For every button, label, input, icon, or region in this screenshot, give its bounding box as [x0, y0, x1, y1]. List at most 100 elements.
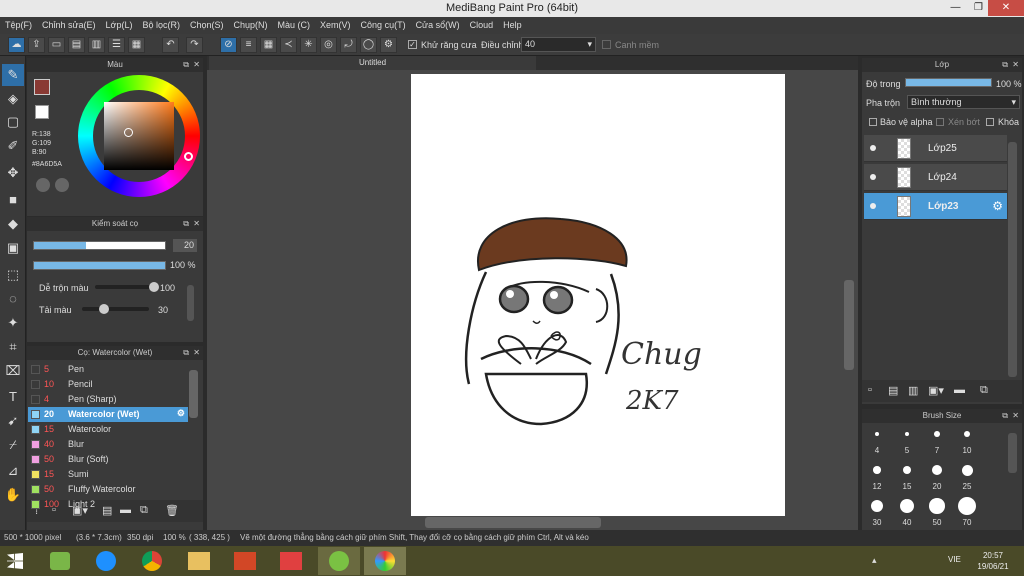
- hue-wheel[interactable]: [78, 75, 200, 197]
- share-icon[interactable]: ⇪: [28, 37, 45, 53]
- new-halftone-icon[interactable]: ▤: [888, 384, 898, 397]
- close-icon[interactable]: ✕: [193, 217, 200, 231]
- brush-size-scrollbar[interactable]: [1008, 433, 1017, 473]
- eyedropper-icon[interactable]: ⌿: [2, 434, 24, 456]
- select-rect-icon[interactable]: ⬚: [2, 264, 24, 286]
- office-icon[interactable]: [234, 552, 256, 570]
- brush-item[interactable]: 50 Blur (Soft): [28, 452, 188, 467]
- brush-size-dot[interactable]: [934, 431, 940, 437]
- dropper-icon[interactable]: ⊿: [2, 460, 24, 482]
- menu-help[interactable]: Help: [498, 17, 527, 34]
- doc-icon[interactable]: ▥: [88, 37, 105, 53]
- edge-checkbox[interactable]: [602, 40, 611, 49]
- brush-item[interactable]: 100 Light 2: [28, 497, 188, 512]
- layer-row[interactable]: Lớp24: [864, 164, 1007, 191]
- menu-window[interactable]: Cửa sổ(W): [411, 17, 465, 34]
- new-layer-icon[interactable]: ▫: [868, 384, 872, 396]
- fill-rect-icon[interactable]: ■: [2, 189, 24, 211]
- explorer-icon[interactable]: [188, 552, 210, 570]
- float-icon[interactable]: ⧉: [1002, 409, 1008, 423]
- hand-icon[interactable]: ✋: [2, 484, 24, 506]
- close-icon[interactable]: ✕: [193, 58, 200, 72]
- magic-wand-icon[interactable]: ✦: [2, 312, 24, 334]
- blend-slider[interactable]: [95, 282, 159, 292]
- hue-picker[interactable]: [184, 152, 193, 161]
- brush-item[interactable]: 15 Watercolor: [28, 422, 188, 437]
- eye-icon[interactable]: [870, 203, 876, 209]
- app2-icon[interactable]: [280, 552, 302, 570]
- duplicate-icon[interactable]: ⧉: [980, 384, 988, 397]
- select-pen-icon[interactable]: ⌗: [2, 336, 24, 358]
- brush-icon[interactable]: ✎: [2, 64, 24, 86]
- brush2-icon[interactable]: ✐: [2, 135, 24, 157]
- menu-layer[interactable]: Lớp(L): [101, 17, 138, 34]
- select-eraser-icon[interactable]: ⌧: [2, 360, 24, 382]
- brush-item[interactable]: 10 Pencil: [28, 377, 188, 392]
- brush-size-dot[interactable]: [929, 498, 945, 514]
- parallel-snap-icon[interactable]: ≡: [240, 37, 257, 53]
- sv-square[interactable]: [104, 102, 174, 170]
- comment-icon[interactable]: ▭: [48, 37, 65, 53]
- brush-size-dot[interactable]: [900, 499, 914, 513]
- clip-checkbox[interactable]: [936, 118, 944, 126]
- float-icon[interactable]: ⧉: [183, 346, 189, 360]
- start-icon[interactable]: [7, 553, 23, 569]
- float-icon[interactable]: ⧉: [1002, 58, 1008, 72]
- snap-off-icon[interactable]: ⊘: [220, 37, 237, 53]
- new-8bit-icon[interactable]: ▥: [908, 384, 918, 397]
- transparent-swatch[interactable]: [35, 105, 49, 119]
- undo-icon[interactable]: ↶: [162, 37, 179, 53]
- folder-icon[interactable]: ▬: [954, 384, 965, 396]
- add-layer-menu-icon[interactable]: ▣▾: [928, 384, 944, 397]
- antialias-checkbox[interactable]: ✓: [408, 40, 417, 49]
- medibang-button[interactable]: [364, 547, 406, 575]
- app1-icon[interactable]: [50, 552, 70, 570]
- menu-view[interactable]: Xem(V): [315, 17, 356, 34]
- vanishing-snap-icon[interactable]: ≺: [280, 37, 297, 53]
- amount-knob[interactable]: [99, 304, 110, 314]
- layer-row[interactable]: Lớp23 ⚙: [864, 193, 1007, 220]
- blend-knob[interactable]: [149, 282, 159, 292]
- lasso-icon[interactable]: ◌: [2, 288, 24, 310]
- eye-icon[interactable]: [870, 174, 876, 180]
- grid-icon[interactable]: ▦: [128, 37, 145, 53]
- amount-slider[interactable]: [82, 304, 149, 314]
- protect-alpha-checkbox[interactable]: [869, 118, 877, 126]
- scrollbar[interactable]: [189, 370, 198, 418]
- rect-icon[interactable]: ▢: [2, 111, 24, 133]
- sv-picker[interactable]: [124, 128, 133, 137]
- gear-icon[interactable]: ⚙: [992, 199, 1003, 213]
- curve-snap-icon[interactable]: ⤾: [340, 37, 357, 53]
- brush-size-dot[interactable]: [932, 465, 942, 475]
- brush-item[interactable]: 20 Watercolor (Wet) ⚙: [28, 407, 188, 422]
- canvas[interactable]: Chug 2K7: [411, 74, 785, 516]
- size-slider[interactable]: [33, 241, 166, 250]
- circle-snap-icon[interactable]: ◎: [320, 37, 337, 53]
- operation-icon[interactable]: ➹: [2, 410, 24, 432]
- app3-button[interactable]: [318, 547, 360, 575]
- menu-edit[interactable]: Chỉnh sửa(E): [37, 17, 101, 34]
- horizontal-scrollbar[interactable]: [425, 517, 601, 528]
- list-icon[interactable]: ☰: [108, 37, 125, 53]
- tray-arrow-icon[interactable]: ▴: [872, 555, 877, 566]
- palette-icon[interactable]: [36, 178, 50, 192]
- scrollbar[interactable]: [187, 285, 194, 321]
- brush-size-dot[interactable]: [870, 499, 884, 513]
- layer-row[interactable]: Lớp25: [864, 135, 1007, 162]
- float-icon[interactable]: ⧉: [183, 217, 189, 231]
- menu-snap[interactable]: Chụp(N): [229, 17, 273, 34]
- menu-cloud[interactable]: Cloud: [465, 17, 499, 34]
- eye-icon[interactable]: [870, 145, 876, 151]
- redo-icon[interactable]: ↷: [186, 37, 203, 53]
- brush-item[interactable]: 50 Fluffy Watercolor: [28, 482, 188, 497]
- gradient-icon[interactable]: ▣: [2, 237, 24, 259]
- menu-color[interactable]: Màu (C): [273, 17, 316, 34]
- palette-add-icon[interactable]: [55, 178, 69, 192]
- ie-icon[interactable]: [96, 551, 116, 571]
- menu-file[interactable]: Tệp(F): [0, 17, 37, 34]
- eraser-icon[interactable]: ◈: [2, 88, 24, 110]
- lock-checkbox[interactable]: [986, 118, 994, 126]
- brush-item[interactable]: 5 Pen: [28, 362, 188, 377]
- float-icon[interactable]: ⧉: [183, 58, 189, 72]
- close-button[interactable]: ✕: [988, 0, 1024, 16]
